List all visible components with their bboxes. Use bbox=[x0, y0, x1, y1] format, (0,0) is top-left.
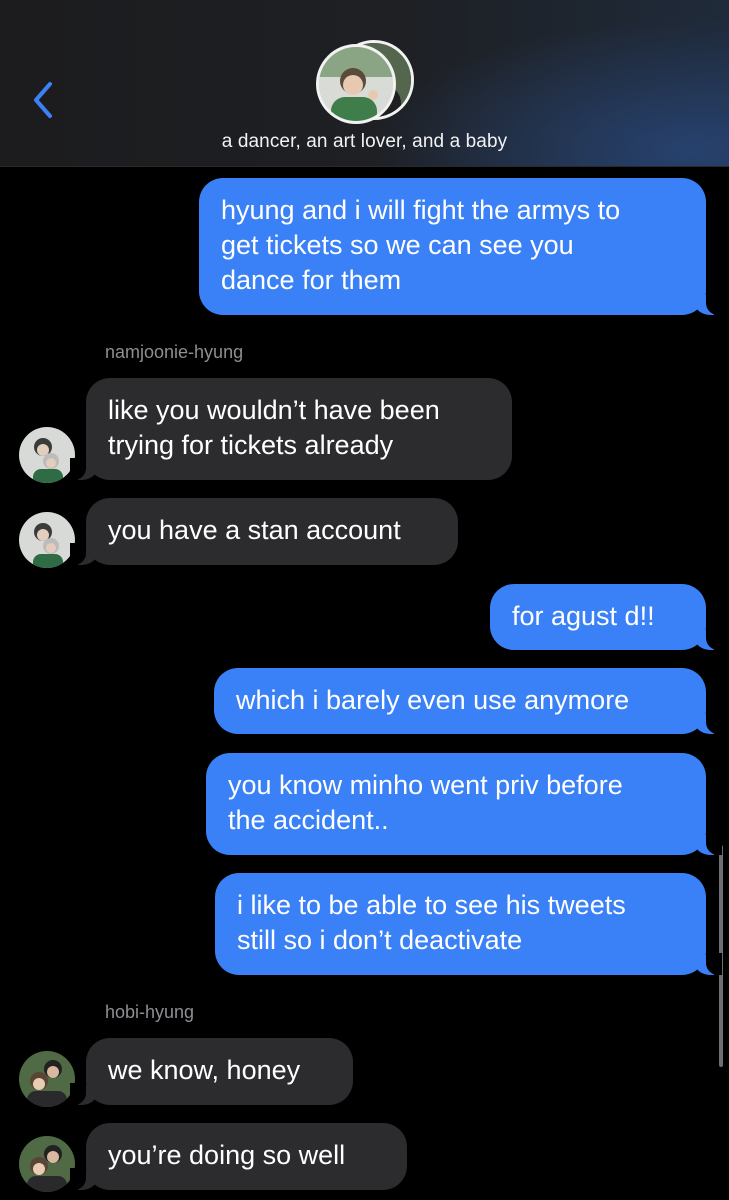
conversation-header: a dancer, an art lover, and a baby bbox=[0, 0, 729, 167]
message-bubble-outgoing[interactable]: i like to be able to see his tweets stil… bbox=[215, 873, 722, 975]
message-bubble-incoming[interactable]: like you wouldn’t have been trying for t… bbox=[70, 378, 512, 480]
contact-photo-icon bbox=[19, 512, 75, 568]
message-line: we know, honey bbox=[108, 1055, 301, 1085]
sender-name: hobi-hyung bbox=[105, 1002, 195, 1022]
avatar[interactable] bbox=[19, 427, 75, 483]
message-line: for agust d!! bbox=[512, 601, 655, 631]
message-line: which i barely even use anymore bbox=[236, 685, 630, 715]
avatar[interactable] bbox=[19, 1136, 75, 1192]
message-line: hyung and i will fight the armys to bbox=[221, 195, 621, 225]
message-line: i like to be able to see his tweets bbox=[237, 890, 626, 920]
chevron-left-icon bbox=[34, 82, 52, 118]
contact-photo-icon bbox=[19, 427, 75, 483]
message-bubble-outgoing[interactable]: for agust d!! bbox=[490, 584, 722, 650]
avatar[interactable] bbox=[19, 512, 75, 568]
message-bubble-outgoing[interactable]: which i barely even use anymore bbox=[214, 668, 722, 734]
message-line: you have a stan account bbox=[108, 515, 401, 545]
message-line: get tickets so we can see you bbox=[221, 230, 574, 260]
message-line: you’re doing so well bbox=[108, 1140, 346, 1170]
avatar-photo-front bbox=[316, 44, 396, 124]
message-bubble-outgoing[interactable]: hyung and i will fight the armys to get … bbox=[199, 178, 722, 315]
contact-photo-icon bbox=[19, 1051, 75, 1107]
message-bubble-incoming[interactable]: we know, honey bbox=[70, 1038, 353, 1105]
message-line: the accident.. bbox=[228, 805, 389, 835]
group-name[interactable]: a dancer, an art lover, and a baby bbox=[0, 131, 729, 153]
message-line: like you wouldn’t have been bbox=[108, 395, 440, 425]
message-bubble-incoming[interactable]: you’re doing so well bbox=[70, 1123, 407, 1190]
back-button[interactable] bbox=[30, 78, 60, 122]
message-line: dance for them bbox=[221, 265, 402, 295]
message-line: you know minho went priv before bbox=[228, 770, 623, 800]
message-bubble-incoming[interactable]: you have a stan account bbox=[70, 498, 458, 565]
avatar[interactable] bbox=[19, 1051, 75, 1107]
message-bubble-outgoing[interactable]: you know minho went priv before the acci… bbox=[206, 753, 722, 855]
contact-photo-icon bbox=[19, 1136, 75, 1192]
group-avatar[interactable] bbox=[316, 40, 414, 124]
message-line: still so i don’t deactivate bbox=[237, 925, 523, 955]
message-line: trying for tickets already bbox=[108, 430, 394, 460]
sender-name: namjoonie-hyung bbox=[105, 342, 244, 362]
